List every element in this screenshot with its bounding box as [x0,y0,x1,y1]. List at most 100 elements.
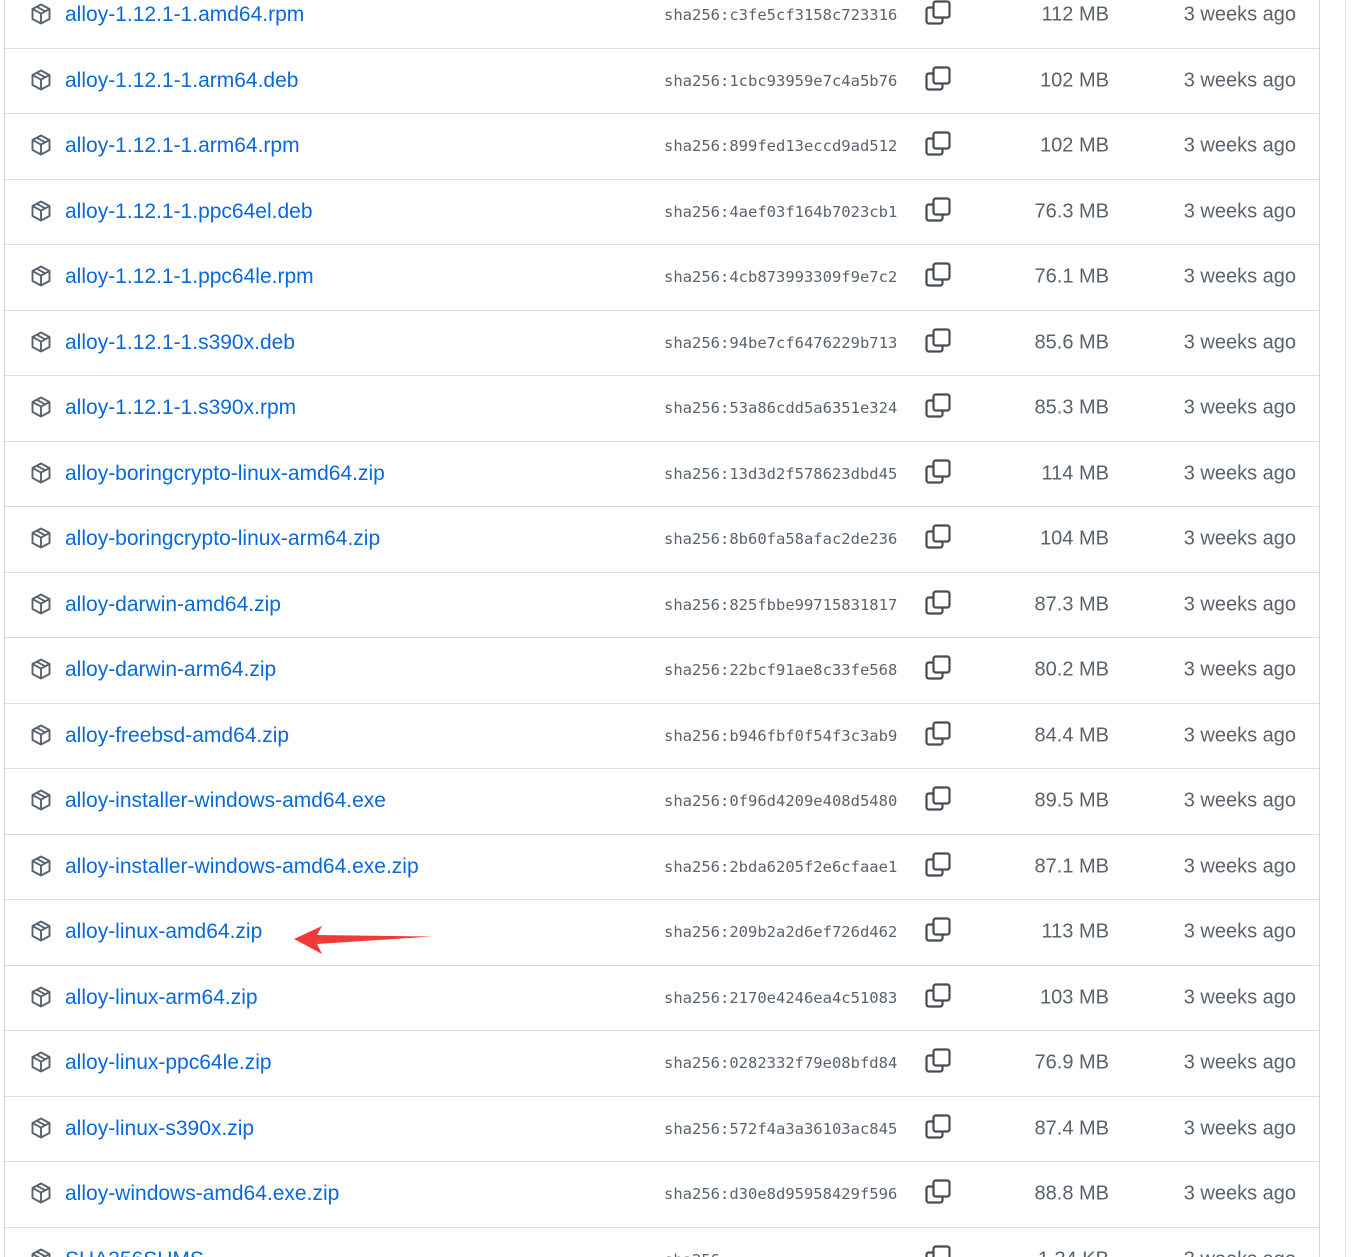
copy-icon[interactable] [923,522,953,552]
asset-row: alloy-darwin-amd64.zip sha256:825fbbe997… [5,571,1319,638]
copy-icon[interactable] [923,260,953,290]
copy-icon[interactable] [923,391,953,421]
asset-size: 104 MB [1040,527,1109,550]
asset-size: 85.3 MB [1034,396,1109,419]
asset-download-link[interactable]: alloy-darwin-arm64.zip [65,658,276,682]
asset-size: 102 MB [1040,69,1109,92]
asset-download-link[interactable]: alloy-linux-s390x.zip [65,1117,254,1141]
asset-download-link[interactable]: alloy-1.12.1-1.ppc64le.rpm [65,265,314,289]
copy-icon[interactable] [923,981,953,1011]
asset-download-link[interactable]: alloy-boringcrypto-linux-arm64.zip [65,527,380,551]
package-icon [31,658,51,680]
asset-sha256: sha256:8b60fa58afac2de236 [664,530,898,549]
copy-icon[interactable] [923,719,953,749]
asset-date: 3 weeks ago [1183,396,1296,419]
asset-sha256: sha256:22bcf91ae8c33fe568 [664,661,898,680]
copy-icon[interactable] [923,1243,953,1257]
package-icon [31,1182,51,1204]
asset-size: 87.3 MB [1034,593,1109,616]
asset-sha256: sha256:1cbc93959e7c4a5b76 [664,71,898,90]
asset-date: 3 weeks ago [1183,920,1296,943]
asset-download-link[interactable]: alloy-linux-ppc64le.zip [65,1051,272,1075]
asset-row: alloy-freebsd-amd64.zip sha256:b946fbf0f… [5,702,1319,769]
asset-row: alloy-linux-s390x.zip sha256:572f4a3a361… [5,1095,1319,1162]
package-icon [31,1117,51,1139]
copy-icon[interactable] [923,1177,953,1207]
asset-download-link[interactable]: alloy-windows-amd64.exe.zip [65,1182,339,1206]
asset-download-link[interactable]: alloy-darwin-amd64.zip [65,593,281,617]
package-icon [31,1248,51,1257]
asset-download-link[interactable]: alloy-1.12.1-1.amd64.rpm [65,3,304,27]
asset-download-link[interactable]: alloy-installer-windows-amd64.exe [65,789,386,813]
asset-date: 3 weeks ago [1183,200,1296,223]
package-icon [31,462,51,484]
package-icon [31,724,51,746]
asset-sha256: sha256:c3fe5cf3158c723316 [664,5,898,24]
asset-sha256: sha256:13d3d2f578623dbd45 [664,464,898,483]
asset-size: 88.8 MB [1034,1182,1109,1205]
copy-icon[interactable] [923,457,953,487]
package-icon [31,134,51,156]
asset-download-link[interactable]: SHA256SUMS [65,1248,204,1257]
copy-icon[interactable] [923,0,953,28]
asset-date: 3 weeks ago [1183,134,1296,157]
asset-download-link[interactable]: alloy-1.12.1-1.s390x.deb [65,331,295,355]
package-icon [31,789,51,811]
package-icon [31,527,51,549]
asset-size: 103 MB [1040,986,1109,1009]
asset-download-link[interactable]: alloy-linux-arm64.zip [65,986,258,1010]
asset-date: 3 weeks ago [1183,1182,1296,1205]
copy-icon[interactable] [923,653,953,683]
asset-size: 76.3 MB [1034,200,1109,223]
asset-date: 3 weeks ago [1183,527,1296,550]
copy-icon[interactable] [923,326,953,356]
asset-date: 3 weeks ago [1183,1051,1296,1074]
asset-size: 102 MB [1040,134,1109,157]
asset-size: 76.9 MB [1034,1051,1109,1074]
asset-row: SHA256SUMS sha256: 1.34 KB 3 weeks ago [5,1226,1319,1257]
asset-download-link[interactable]: alloy-freebsd-amd64.zip [65,724,289,748]
package-icon [31,3,51,25]
asset-download-link[interactable]: alloy-1.12.1-1.ppc64el.deb [65,200,313,224]
asset-row: alloy-installer-windows-amd64.exe.zip sh… [5,833,1319,900]
asset-row: alloy-1.12.1-1.ppc64le.rpm sha256:4cb873… [5,244,1319,310]
asset-download-link[interactable]: alloy-installer-windows-amd64.exe.zip [65,855,419,879]
asset-size: 87.4 MB [1034,1117,1109,1140]
copy-icon[interactable] [923,195,953,225]
asset-date: 3 weeks ago [1183,789,1296,812]
asset-sha256: sha256:d30e8d95958429f596 [664,1185,898,1204]
asset-sha256: sha256:899fed13eccd9ad512 [664,137,898,156]
asset-size: 1.34 KB [1038,1248,1109,1257]
copy-icon[interactable] [923,1046,953,1076]
copy-icon[interactable] [923,850,953,880]
asset-date: 3 weeks ago [1183,3,1296,26]
asset-row: alloy-linux-amd64.zip sha256:209b2a2d6ef… [5,899,1319,965]
asset-sha256: sha256:b946fbf0f54f3c3ab9 [664,726,898,745]
asset-download-link[interactable]: alloy-1.12.1-1.arm64.deb [65,69,298,93]
package-icon [31,200,51,222]
copy-icon[interactable] [923,64,953,94]
copy-icon[interactable] [923,588,953,618]
package-icon [31,396,51,418]
asset-date: 3 weeks ago [1183,331,1296,354]
asset-download-link[interactable]: alloy-1.12.1-1.arm64.rpm [65,134,300,158]
asset-date: 3 weeks ago [1183,1117,1296,1140]
copy-icon[interactable] [923,784,953,814]
copy-icon[interactable] [923,1112,953,1142]
asset-sha256: sha256:4aef03f164b7023cb1 [664,202,898,221]
copy-icon[interactable] [923,915,953,945]
package-icon [31,331,51,353]
copy-icon[interactable] [923,129,953,159]
asset-size: 112 MB [1041,3,1109,26]
asset-size: 84.4 MB [1034,724,1109,747]
asset-size: 76.1 MB [1034,265,1109,288]
assets-list: alloy-1.12.1-1.amd64.rpm sha256:c3fe5cf3… [4,0,1320,1257]
asset-sha256: sha256:2bda6205f2e6cfaae1 [664,857,898,876]
asset-size: 87.1 MB [1034,855,1109,878]
asset-download-link[interactable]: alloy-boringcrypto-linux-amd64.zip [65,462,385,486]
asset-download-link[interactable]: alloy-linux-amd64.zip [65,920,262,944]
asset-row: alloy-darwin-arm64.zip sha256:22bcf91ae8… [5,637,1319,703]
asset-sha256: sha256:0f96d4209e408d5480 [664,792,898,811]
asset-download-link[interactable]: alloy-1.12.1-1.s390x.rpm [65,396,296,420]
asset-row: alloy-boringcrypto-linux-amd64.zip sha25… [5,440,1319,507]
